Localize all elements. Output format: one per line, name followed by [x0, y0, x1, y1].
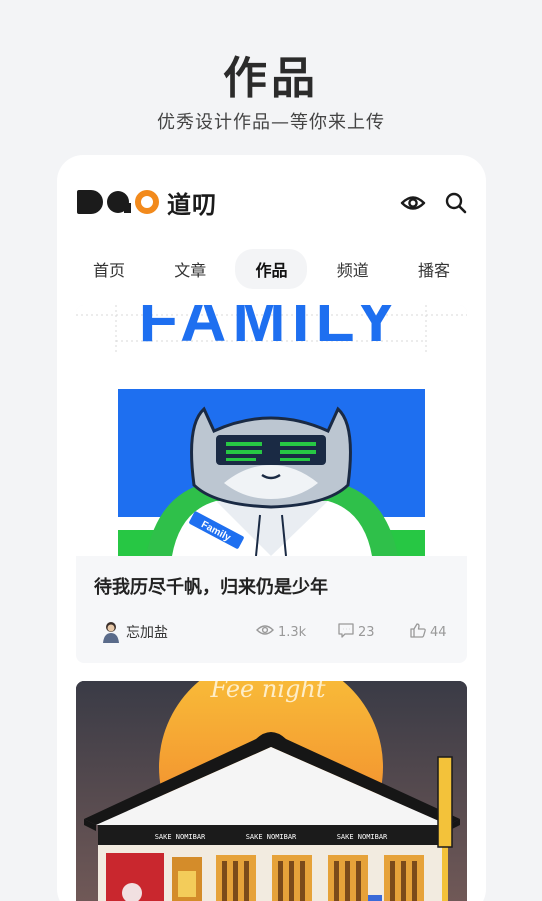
page-subtitle: 优秀设计作品—等你来上传	[157, 112, 385, 133]
sign-label-1: SAKE NOMIBAR	[155, 833, 206, 841]
comment-icon	[338, 623, 354, 642]
work-card[interactable]: Fee night SAKE NOMIBAR SAKE NOMIBAR SAKE…	[76, 681, 467, 901]
work-card[interactable]: FAMILY Family 待我历尽千帆，归来仍是少年 忘加盐 1.3k 23 …	[76, 305, 467, 663]
author-name: 忘加盐	[126, 625, 168, 641]
app-name: 道叨	[167, 190, 217, 219]
comments-stat[interactable]: 23	[338, 623, 375, 642]
dao-logo-mark	[77, 190, 159, 214]
tab-podcast[interactable]: 播客	[398, 249, 470, 289]
tab-home[interactable]: 首页	[73, 249, 145, 289]
comments-count: 23	[358, 625, 375, 640]
artwork-family-text: FAMILY	[139, 305, 404, 355]
author[interactable]: 忘加盐	[102, 621, 168, 643]
likes-stat[interactable]: 44	[410, 623, 447, 642]
work-artwork[interactable]: Fee night SAKE NOMIBAR SAKE NOMIBAR SAKE…	[76, 681, 467, 901]
thumbs-up-icon	[410, 623, 426, 642]
app-preview: 道叨 首页 文章 作品 频道 播客 FAMILY Family 待我历尽千帆，归…	[57, 155, 486, 901]
tab-works[interactable]: 作品	[235, 249, 308, 289]
tab-bar: 首页 文章 作品 频道 播客	[73, 249, 470, 289]
search-icon[interactable]	[444, 191, 468, 215]
eye-icon	[256, 623, 274, 641]
avatar	[102, 621, 120, 643]
sign-label-2: SAKE NOMIBAR	[246, 833, 297, 841]
tab-articles[interactable]: 文章	[154, 249, 226, 289]
tab-channels[interactable]: 频道	[317, 249, 389, 289]
work-title[interactable]: 待我历尽千帆，归来仍是少年	[94, 573, 328, 599]
work-meta: 忘加盐 1.3k 23 44	[94, 621, 453, 645]
app-header: 道叨	[77, 185, 468, 221]
likes-count: 44	[430, 625, 447, 640]
sign-label-3: SAKE NOMIBAR	[337, 833, 388, 841]
eye-icon[interactable]	[400, 191, 426, 215]
views-count: 1.3k	[278, 624, 307, 640]
artwork-script-text: Fee night	[210, 681, 326, 703]
work-artwork[interactable]: FAMILY Family	[76, 305, 467, 556]
views-stat: 1.3k	[256, 623, 306, 641]
app-logo[interactable]: 道叨	[77, 187, 217, 219]
page-title: 作品	[223, 53, 319, 104]
